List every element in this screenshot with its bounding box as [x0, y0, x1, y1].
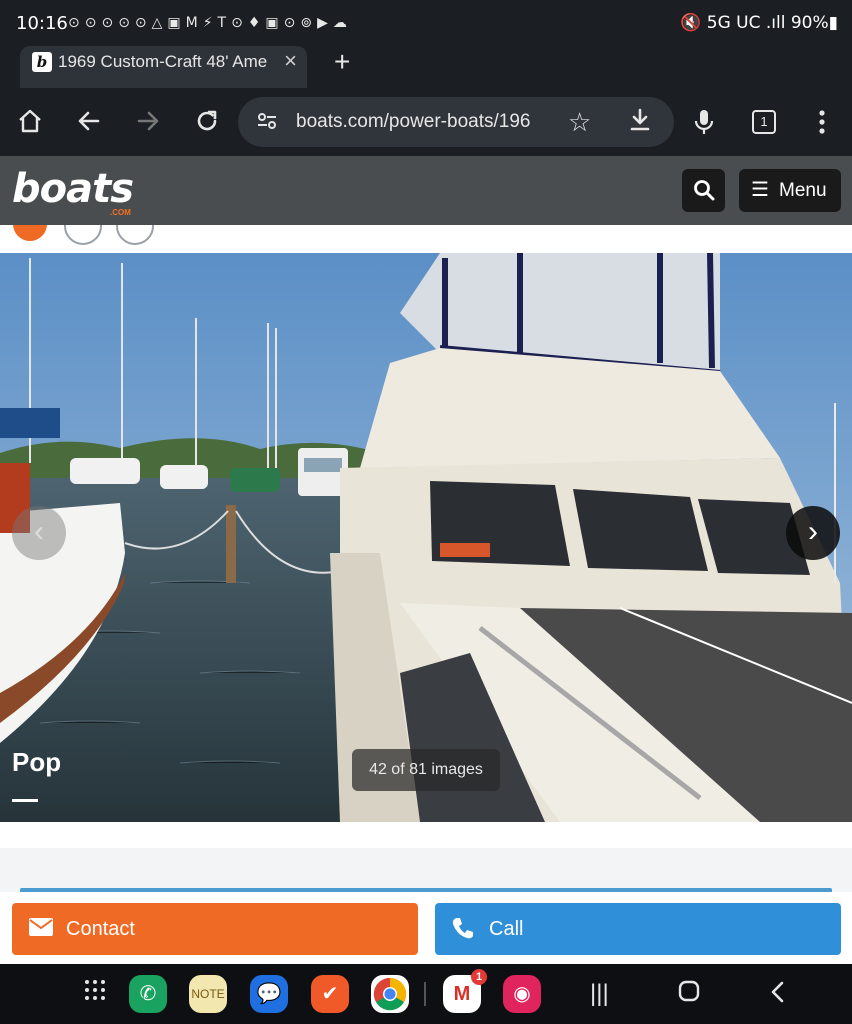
site-info-icon[interactable] — [256, 110, 278, 138]
photo-caption: Pop — [12, 747, 62, 777]
status-bar: 10:16 ⊙⊙⊙⊙⊙△▣M⚡T⊙♦▣⊙⊚▶☁ 🔇 5G UC .ıll 90%… — [0, 0, 852, 46]
download-icon[interactable] — [628, 107, 652, 140]
app-drawer-icon[interactable] — [83, 978, 107, 1009]
more-options-icon[interactable] — [808, 108, 836, 136]
cta-bar: Contact Call — [0, 892, 852, 964]
microphone-icon[interactable] — [690, 108, 718, 136]
notification-icons: ⊙⊙⊙⊙⊙△▣M⚡T⊙♦▣⊙⊚▶☁ — [68, 15, 352, 31]
tab-switcher-button[interactable]: 1 — [752, 110, 776, 134]
favicon-icon: b — [32, 52, 52, 72]
phone-app-icon[interactable]: ✆ — [129, 975, 167, 1013]
status-time: 10:16 — [16, 13, 68, 34]
reload-icon[interactable] — [193, 108, 221, 136]
browser-tab-strip: b 1969 Custom-Craft 48' Amer × + — [0, 46, 852, 88]
boat-photo — [0, 253, 852, 822]
home-icon[interactable] — [16, 108, 44, 136]
back-icon[interactable] — [75, 108, 103, 136]
menu-label: Menu — [779, 180, 827, 201]
notes-app-icon[interactable]: NOTE — [189, 975, 227, 1013]
call-label: Call — [489, 918, 524, 940]
contact-label: Contact — [66, 918, 135, 940]
caption-underline — [12, 799, 38, 802]
recent-apps-icon[interactable]: ||| — [590, 980, 609, 1008]
envelope-icon — [28, 916, 54, 945]
photo-gallery[interactable]: Pop 42 of 81 images ‹ › — [0, 253, 852, 822]
share-other-icon[interactable] — [116, 225, 154, 245]
site-logo[interactable]: boats — [12, 166, 134, 212]
share-orange-icon[interactable] — [13, 225, 47, 241]
menu-button[interactable]: ☰ Menu — [739, 169, 841, 212]
section-band — [0, 848, 852, 892]
previous-image-button[interactable]: ‹ — [12, 506, 66, 560]
image-counter: 42 of 81 images — [352, 749, 500, 791]
hamburger-icon: ☰ — [751, 179, 769, 201]
gmail-app-icon[interactable]: M 1 — [443, 969, 487, 1013]
url-text[interactable]: boats.com/power-boats/196 — [296, 111, 546, 133]
share-facebook-icon[interactable] — [64, 225, 102, 245]
tab-title: 1969 Custom-Craft 48' Amer — [58, 52, 268, 71]
bookmark-star-icon[interactable]: ☆ — [568, 107, 591, 138]
call-button[interactable]: Call — [435, 903, 841, 955]
home-nav-icon[interactable] — [678, 980, 700, 1009]
next-image-button[interactable]: › — [786, 506, 840, 560]
browser-toolbar: boats.com/power-boats/196 ☆ 1 — [0, 88, 852, 156]
messages-app-icon[interactable]: 💬 — [250, 975, 288, 1013]
forward-icon[interactable] — [134, 108, 162, 136]
close-tab-icon[interactable]: × — [284, 48, 297, 74]
phone-icon — [451, 916, 475, 947]
share-row — [0, 225, 852, 253]
camera-app-icon[interactable]: ◉ — [503, 975, 541, 1013]
contact-button[interactable]: Contact — [12, 903, 418, 955]
browser-tab[interactable]: b 1969 Custom-Craft 48' Amer × — [20, 46, 307, 88]
site-logo-suffix: .COM — [110, 208, 131, 217]
gmail-badge: 1 — [471, 969, 487, 985]
android-dock: ✆ NOTE 💬 ✔ M 1 ◉ ||| — [0, 964, 852, 1024]
status-right: 🔇 5G UC .ıll 90%▮ — [680, 13, 838, 33]
dock-divider — [424, 982, 426, 1006]
search-button[interactable] — [682, 169, 725, 212]
address-bar[interactable]: boats.com/power-boats/196 ☆ — [238, 97, 674, 147]
back-nav-icon[interactable] — [768, 980, 788, 1011]
chrome-app-icon[interactable] — [371, 975, 409, 1013]
tasks-app-icon[interactable]: ✔ — [311, 975, 349, 1013]
new-tab-icon[interactable]: + — [334, 46, 350, 78]
site-header: boats .COM ☰ Menu — [0, 156, 852, 225]
content-below-gallery — [0, 822, 852, 892]
